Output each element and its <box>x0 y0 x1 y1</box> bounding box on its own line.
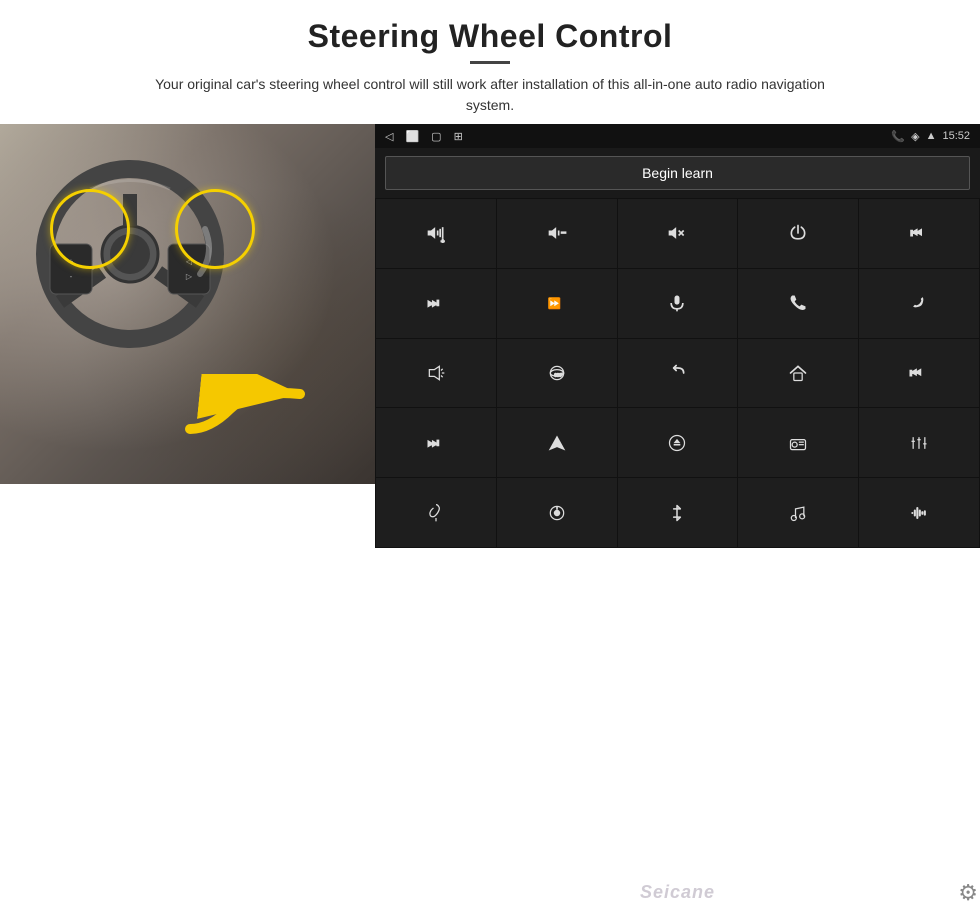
svg-text:−: − <box>561 228 566 238</box>
next-track-button[interactable]: ⏭ <box>376 269 496 338</box>
page-title: Steering Wheel Control <box>40 18 940 55</box>
svg-text:360°: 360° <box>554 372 563 377</box>
back-button[interactable] <box>618 339 738 408</box>
controls-grid: + − ⏮ ⏭ <box>375 198 980 548</box>
status-left: ◁ ⬜ ▢ ⊞ <box>385 130 463 143</box>
knob-button[interactable] <box>497 478 617 547</box>
svg-text:-: - <box>70 272 73 281</box>
wifi-status-icon: ▲ <box>926 130 937 142</box>
arrow-container <box>180 374 320 454</box>
back-nav-icon[interactable]: ◁ <box>385 130 393 143</box>
phone-status-icon: 📞 <box>891 130 905 143</box>
svg-text:⏩: ⏩ <box>548 297 561 310</box>
svg-text:⏭: ⏭ <box>428 436 440 450</box>
vol-up-button[interactable]: + <box>376 199 496 268</box>
location-status-icon: ◈ <box>911 130 919 143</box>
home-button[interactable] <box>738 339 858 408</box>
header-section: Steering Wheel Control Your original car… <box>0 0 980 124</box>
music-button[interactable] <box>738 478 858 547</box>
status-time: 15:52 <box>942 130 970 142</box>
svg-text:+: + <box>441 239 445 243</box>
skip-forward-button[interactable]: ⏭ <box>376 408 496 477</box>
svg-text:⏭: ⏭ <box>428 296 440 310</box>
skip-backward-button[interactable]: ⏮ <box>859 339 979 408</box>
android-wrapper: ◁ ⬜ ▢ ⊞ 📞 ◈ ▲ 15:52 Begin learn <box>375 124 980 548</box>
horn-button[interactable] <box>376 339 496 408</box>
prev-skip-button[interactable]: ⏮ <box>859 199 979 268</box>
car-image-section: + - ◁ ▷ <box>0 124 375 484</box>
navigation-button[interactable] <box>497 408 617 477</box>
home-nav-icon[interactable]: ⬜ <box>405 130 419 143</box>
begin-learn-row: Begin learn <box>375 148 980 198</box>
voice-button[interactable] <box>376 478 496 547</box>
equalizer-adjust-button[interactable] <box>859 408 979 477</box>
media-indicator-icon: ⊞ <box>454 130 463 143</box>
subtitle: Your original car's steering wheel contr… <box>140 74 840 116</box>
highlight-circle-right <box>175 189 255 269</box>
microphone-button[interactable] <box>618 269 738 338</box>
phone-answer-button[interactable] <box>738 269 858 338</box>
power-button[interactable] <box>738 199 858 268</box>
page-wrapper: Steering Wheel Control Your original car… <box>0 0 980 548</box>
radio-button[interactable] <box>738 408 858 477</box>
svg-text:▷: ▷ <box>186 272 193 281</box>
vol-down-button[interactable]: − <box>497 199 617 268</box>
phone-hangup-button[interactable] <box>859 269 979 338</box>
svg-text:⏮: ⏮ <box>911 227 923 241</box>
mute-button[interactable] <box>618 199 738 268</box>
seicane-watermark: Seicane <box>640 882 715 903</box>
status-right: 📞 ◈ ▲ 15:52 <box>891 130 970 143</box>
recent-nav-icon[interactable]: ▢ <box>431 130 441 143</box>
fast-forward-button[interactable]: ⏩ <box>497 269 617 338</box>
begin-learn-button[interactable]: Begin learn <box>385 156 970 190</box>
camera-360-button[interactable]: 360° <box>497 339 617 408</box>
svg-text:⏮: ⏮ <box>910 366 922 380</box>
android-status-bar: ◁ ⬜ ▢ ⊞ 📞 ◈ ▲ 15:52 <box>375 124 980 148</box>
bluetooth-button[interactable] <box>618 478 738 547</box>
title-divider <box>470 61 510 64</box>
android-ui-section: ◁ ⬜ ▢ ⊞ 📞 ◈ ▲ 15:52 Begin learn <box>375 124 980 548</box>
eject-button[interactable] <box>618 408 738 477</box>
sound-wave-button[interactable] <box>859 478 979 547</box>
content-row: + - ◁ ▷ <box>0 124 980 548</box>
settings-gear-icon[interactable]: ⚙ <box>958 880 978 906</box>
highlight-circle-left <box>50 189 130 269</box>
